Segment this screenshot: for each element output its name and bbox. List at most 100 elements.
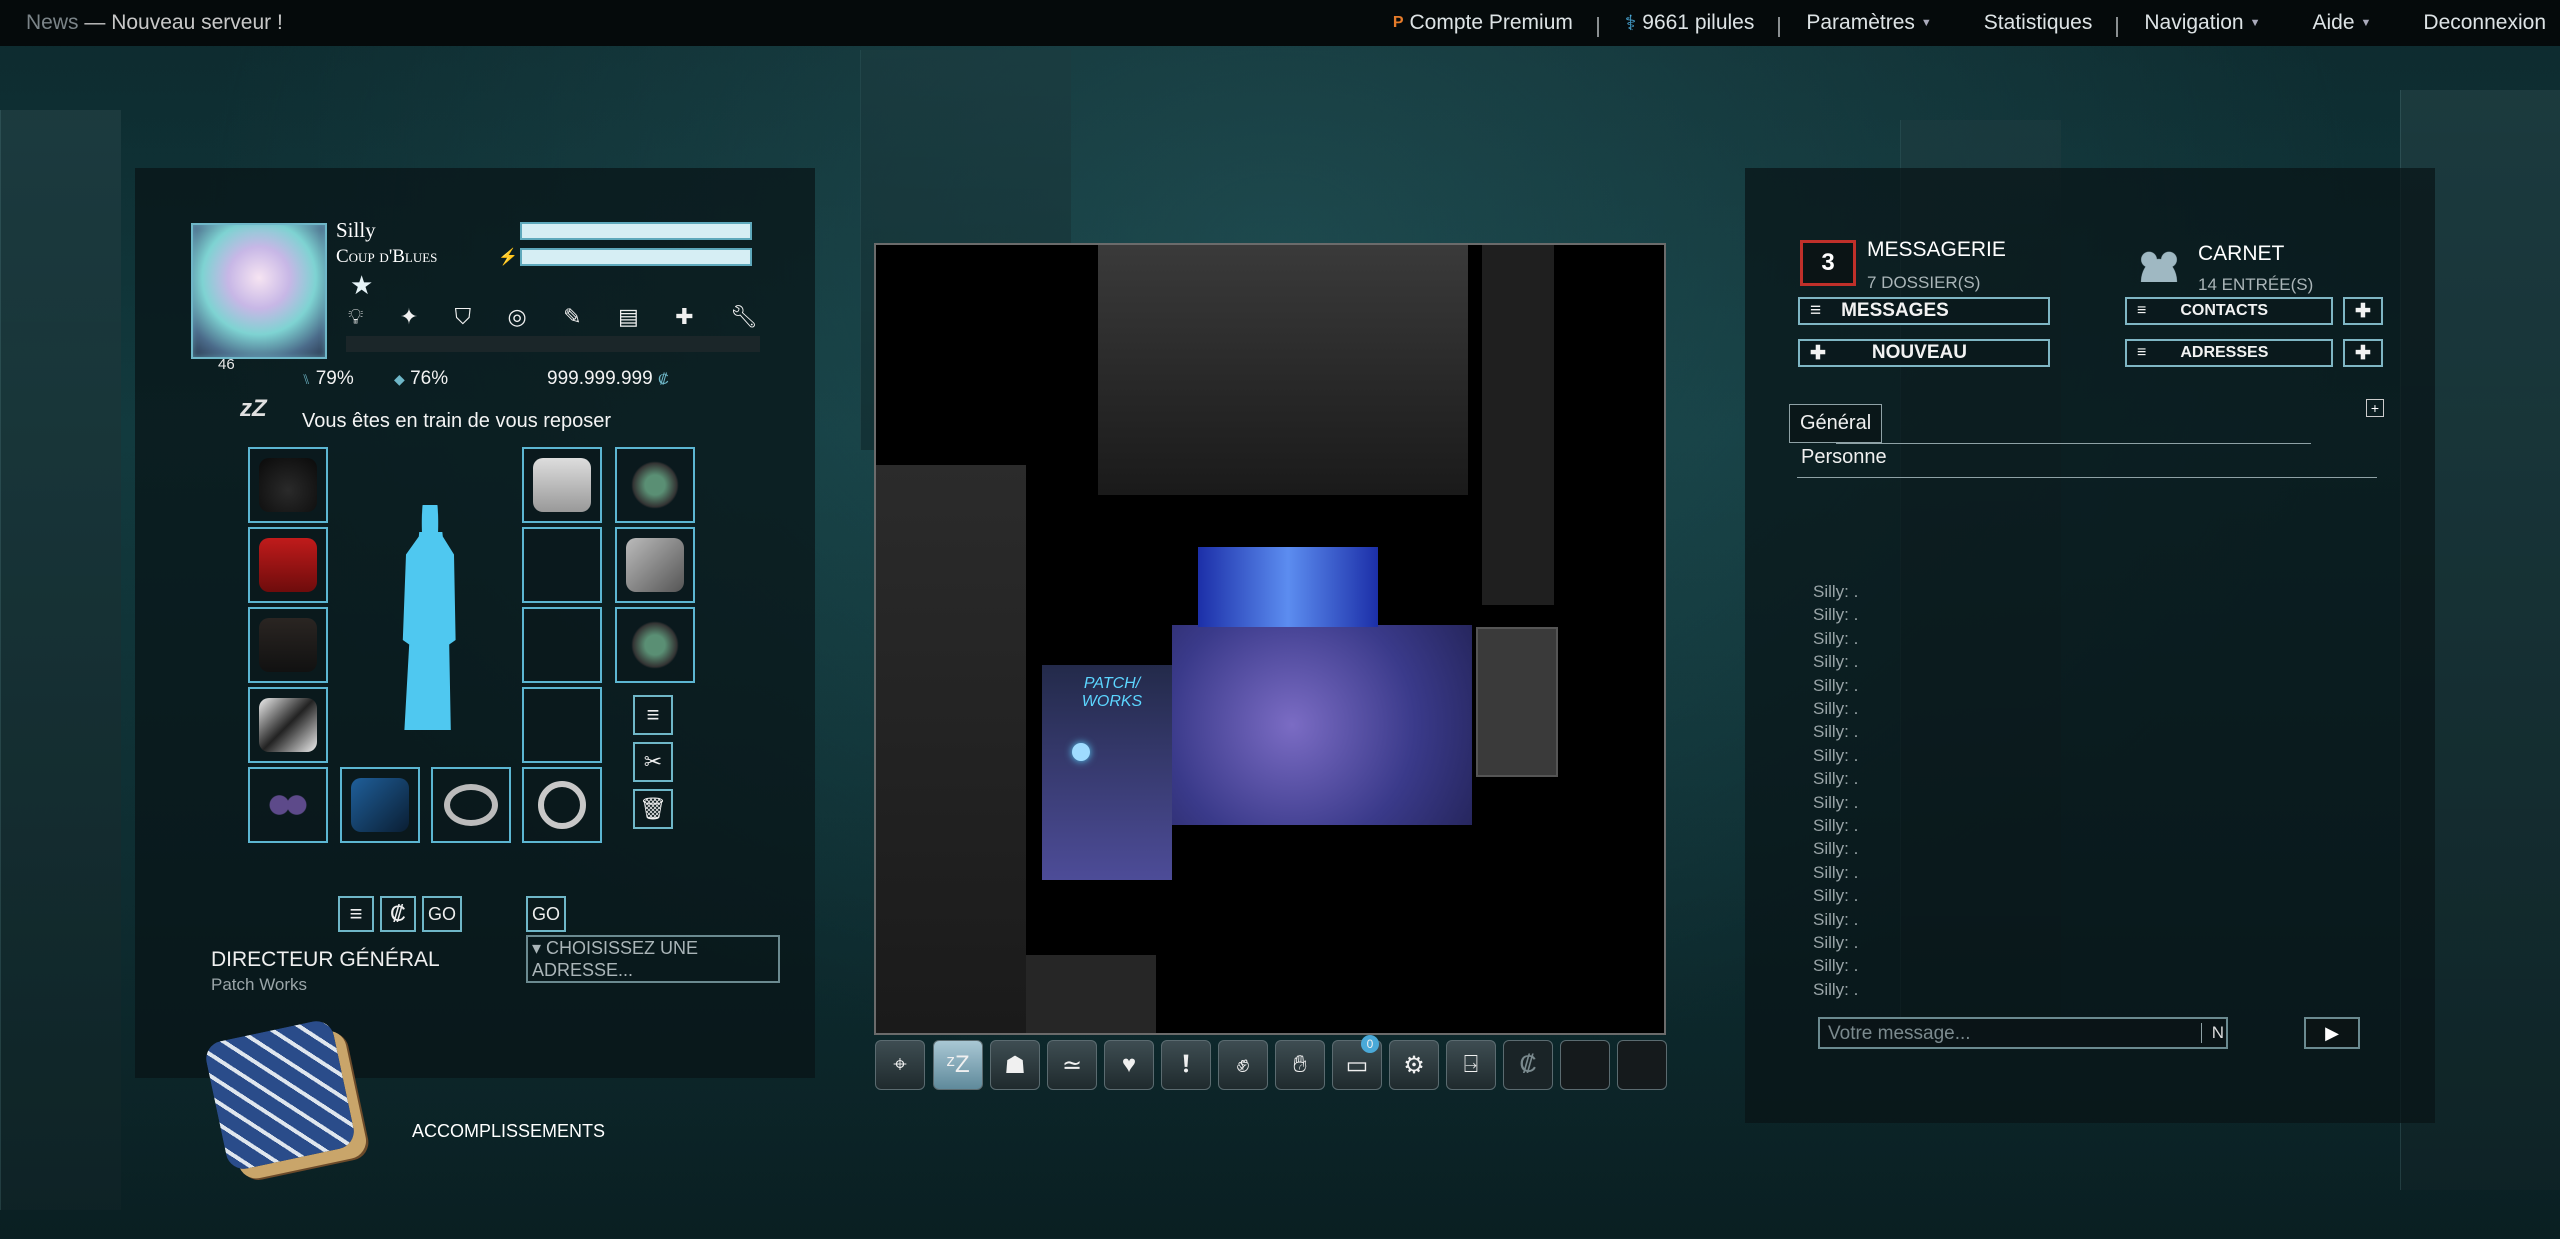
- character-clan[interactable]: Coup d'Blues: [336, 246, 437, 268]
- sleep-zz-icon: ᶻZ: [946, 1051, 970, 1078]
- wrench-icon[interactable]: 🔧︎: [730, 304, 758, 330]
- premium-icon: P: [1392, 14, 1404, 31]
- settings-button[interactable]: ⚙: [1389, 1040, 1439, 1090]
- hunger-icon: ⑊: [302, 371, 311, 387]
- chat-input[interactable]: Votre message... N: [1818, 1017, 2228, 1049]
- scissors-button[interactable]: ✂: [633, 742, 673, 782]
- exclamation-icon: ❗︎: [1182, 1051, 1190, 1078]
- contacts-icon[interactable]: [2134, 250, 2184, 282]
- chevron-down-icon: ▼: [2360, 17, 2372, 29]
- ring-icon: [444, 784, 498, 826]
- sneakers-icon: [259, 698, 317, 752]
- inbox-button[interactable]: ▭ 0: [1332, 1035, 1382, 1090]
- shield-icon[interactable]: ⛉: [455, 304, 472, 330]
- chat-n-toggle[interactable]: N: [2200, 1023, 2224, 1043]
- stats-link[interactable]: Statistiques: [1958, 11, 2119, 37]
- plus-icon: ✚: [1810, 342, 1826, 364]
- slot-accessory2[interactable]: [522, 527, 602, 603]
- gear-icon: ⚙: [1403, 1051, 1425, 1079]
- slot-feet[interactable]: [248, 687, 328, 763]
- address-go-button[interactable]: GO: [526, 896, 566, 932]
- map-shop-sign: PATCH/ WORKS: [1081, 675, 1143, 710]
- add-tab-button[interactable]: +: [2366, 399, 2384, 417]
- help-menu[interactable]: Aide ▼: [2286, 11, 2397, 35]
- company-name[interactable]: Patch Works: [211, 975, 307, 995]
- beanie-icon: [259, 458, 317, 512]
- achievements-label[interactable]: ACCOMPLISSEMENTS: [412, 1121, 605, 1142]
- navigation-menu[interactable]: Navigation ▼: [2118, 11, 2286, 35]
- message-count: 3: [1821, 249, 1835, 276]
- hand-button[interactable]: ✋︎: [1275, 1040, 1325, 1090]
- fist-icon: ✊︎: [1236, 1051, 1250, 1078]
- empty-slot-1[interactable]: [1560, 1040, 1610, 1090]
- logout-link[interactable]: Deconnexion: [2397, 11, 2560, 35]
- avatar[interactable]: [191, 223, 327, 359]
- premium-link[interactable]: P Compte Premium: [1367, 11, 1599, 37]
- messages-button[interactable]: ≡ MESSAGES: [1798, 297, 2050, 325]
- slot-bag3[interactable]: [615, 607, 695, 683]
- location-button[interactable]: ⌖: [875, 1040, 925, 1090]
- slot-ring2[interactable]: [522, 767, 602, 843]
- pills-link[interactable]: ⚕ 9661 pilules: [1599, 11, 1781, 37]
- slot-eyes[interactable]: [248, 767, 328, 843]
- currency-toolbar-button[interactable]: ₡: [1503, 1040, 1553, 1090]
- heart-button[interactable]: ♥: [1104, 1040, 1154, 1090]
- tab-general[interactable]: Général: [1789, 404, 1883, 443]
- character-name[interactable]: Silly: [336, 218, 376, 243]
- currency-icon: ₡: [1519, 1051, 1537, 1078]
- map-pin-icon: ⌖: [893, 1051, 907, 1078]
- trash-button[interactable]: 🗑︎: [633, 789, 673, 829]
- new-message-button[interactable]: ✚ NOUVEAU: [1798, 339, 2050, 367]
- news-text: — Nouveau serveur !: [84, 11, 283, 34]
- slot-accessory4[interactable]: [522, 687, 602, 763]
- mask-button[interactable]: ☗: [990, 1040, 1040, 1090]
- slot-accessory3[interactable]: [522, 607, 602, 683]
- door-button[interactable]: ⍈: [1446, 1040, 1496, 1090]
- inbox-badge: 0: [1361, 1035, 1379, 1053]
- fist-button[interactable]: ✊︎: [1218, 1040, 1268, 1090]
- health-bar-fill: [522, 224, 750, 238]
- channel-underline: [1797, 477, 2377, 478]
- paw-icon[interactable]: ✦: [400, 304, 418, 330]
- card-icon[interactable]: ▤: [618, 304, 639, 330]
- inventory-menu-button[interactable]: ≡: [633, 695, 673, 735]
- sleep-button[interactable]: ᶻZ: [933, 1040, 983, 1090]
- add-contact-button[interactable]: ✚: [2343, 297, 2383, 325]
- alert-button[interactable]: ❗︎: [1161, 1040, 1211, 1090]
- eyes-button[interactable]: ≃: [1047, 1040, 1097, 1090]
- thirst-stat: ◆ 76%: [394, 368, 448, 390]
- slot-torso[interactable]: [248, 527, 328, 603]
- bracelet-icon: [626, 618, 684, 672]
- send-button[interactable]: ▶: [2304, 1017, 2360, 1049]
- empty-slot-2[interactable]: [1617, 1040, 1667, 1090]
- news-ticker[interactable]: News — Nouveau serveur !: [26, 11, 283, 35]
- mail-icon[interactable]: 3: [1800, 240, 1856, 286]
- map-lower-zone: [1026, 955, 1156, 1033]
- game-map[interactable]: PATCH/ WORKS: [874, 243, 1666, 1035]
- slot-accessory1[interactable]: [522, 447, 602, 523]
- thirst-value: 76%: [410, 368, 449, 389]
- currency-button[interactable]: ₡: [380, 896, 416, 932]
- job-menu-button[interactable]: ≡: [338, 896, 374, 932]
- slot-legs[interactable]: [248, 607, 328, 683]
- slot-bag1[interactable]: [615, 447, 695, 523]
- contacts-button[interactable]: ≡ CONTACTS: [2125, 297, 2333, 325]
- chat-channel[interactable]: Personne: [1801, 446, 1887, 469]
- chat-line: Silly: .: [1813, 979, 1859, 999]
- tshirt-icon: [259, 538, 317, 592]
- slot-bag2[interactable]: [615, 527, 695, 603]
- settings-menu[interactable]: Paramètres ▼: [1780, 11, 1957, 35]
- slot-ring1[interactable]: [431, 767, 511, 843]
- address-select[interactable]: ▾ CHOISISSEZ UNE ADRESSE...: [526, 935, 780, 983]
- target-icon[interactable]: ◎: [508, 304, 527, 330]
- add-address-button[interactable]: ✚: [2343, 339, 2383, 367]
- plus-icon[interactable]: ✚: [675, 304, 693, 330]
- slot-hand[interactable]: [340, 767, 420, 843]
- achievements-book-icon[interactable]: [202, 1017, 358, 1173]
- lightbulb-icon[interactable]: 💡︎: [348, 304, 363, 330]
- feather-icon[interactable]: ✎: [563, 304, 581, 330]
- job-go-button[interactable]: GO: [422, 896, 462, 932]
- slot-head[interactable]: [248, 447, 328, 523]
- addresses-button[interactable]: ≡ ADRESSES: [2125, 339, 2333, 367]
- chevron-down-icon: ▼: [1920, 17, 1932, 29]
